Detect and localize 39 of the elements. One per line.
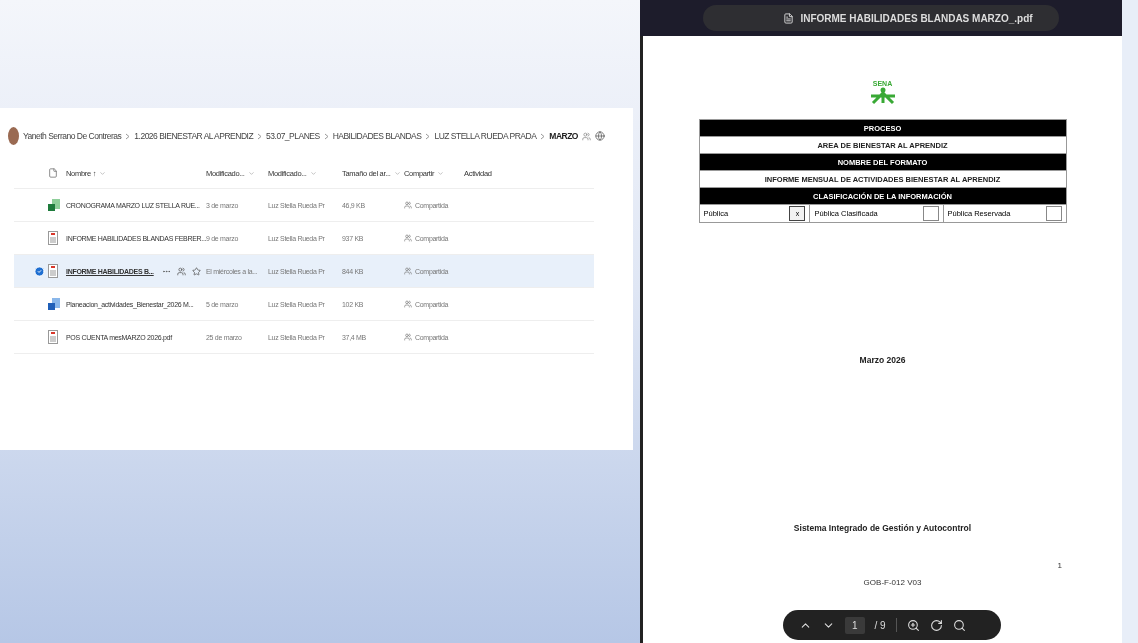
globe-icon [595, 131, 605, 141]
chevron-icon [323, 132, 329, 140]
share-icon[interactable] [176, 266, 186, 276]
chevron-icon [257, 132, 263, 140]
people-icon [404, 333, 412, 341]
document-title: INFORME HABILIDADES BLANDAS MARZO_.pdf [703, 5, 1059, 31]
report-date: Marzo 2026 [859, 355, 906, 365]
breadcrumb-link[interactable]: LUZ STELLA RUEDA PRADA [434, 131, 537, 141]
breadcrumb-link[interactable]: HABILIDADES BLANDAS [332, 131, 422, 141]
people-icon [404, 234, 412, 242]
current-folder[interactable]: MARZO [549, 131, 578, 141]
pdf-file-icon [48, 330, 58, 344]
breadcrumb-link[interactable]: 53.07_PLANES [266, 131, 320, 141]
page-number: 1 [1057, 561, 1062, 570]
document-code: GOB-F-012 V03 [863, 578, 922, 587]
search-icon[interactable] [952, 618, 966, 632]
people-icon [404, 201, 412, 209]
footer-title: Sistema Integrado de Gestión y Autocontrol [793, 523, 972, 533]
page-total: / 9 [874, 619, 886, 631]
breadcrumb-link[interactable]: Yaneth Serrano De Contreras [23, 131, 122, 141]
pdf-file-icon [48, 264, 58, 278]
document-file-icon [48, 297, 60, 311]
star-icon[interactable] [191, 266, 201, 276]
breadcrumb-link[interactable]: 1.2026 BIENESTAR AL APRENDIZ [134, 131, 254, 141]
people-icon [582, 131, 591, 141]
chevron-icon [425, 132, 431, 140]
spreadsheet-file-icon [48, 198, 60, 212]
chevron-icon [125, 132, 131, 140]
people-icon [404, 300, 412, 308]
zoom-in-icon[interactable] [906, 618, 920, 632]
selected-check-icon[interactable] [34, 265, 45, 277]
avatar [8, 127, 19, 145]
rotate-icon[interactable] [929, 618, 943, 632]
chevron-icon [540, 132, 546, 140]
file-type-icon [48, 168, 58, 178]
people-icon [404, 267, 412, 275]
page-input[interactable]: 1 [845, 616, 865, 634]
document-icon [783, 12, 795, 24]
pdf-file-icon [48, 231, 58, 245]
